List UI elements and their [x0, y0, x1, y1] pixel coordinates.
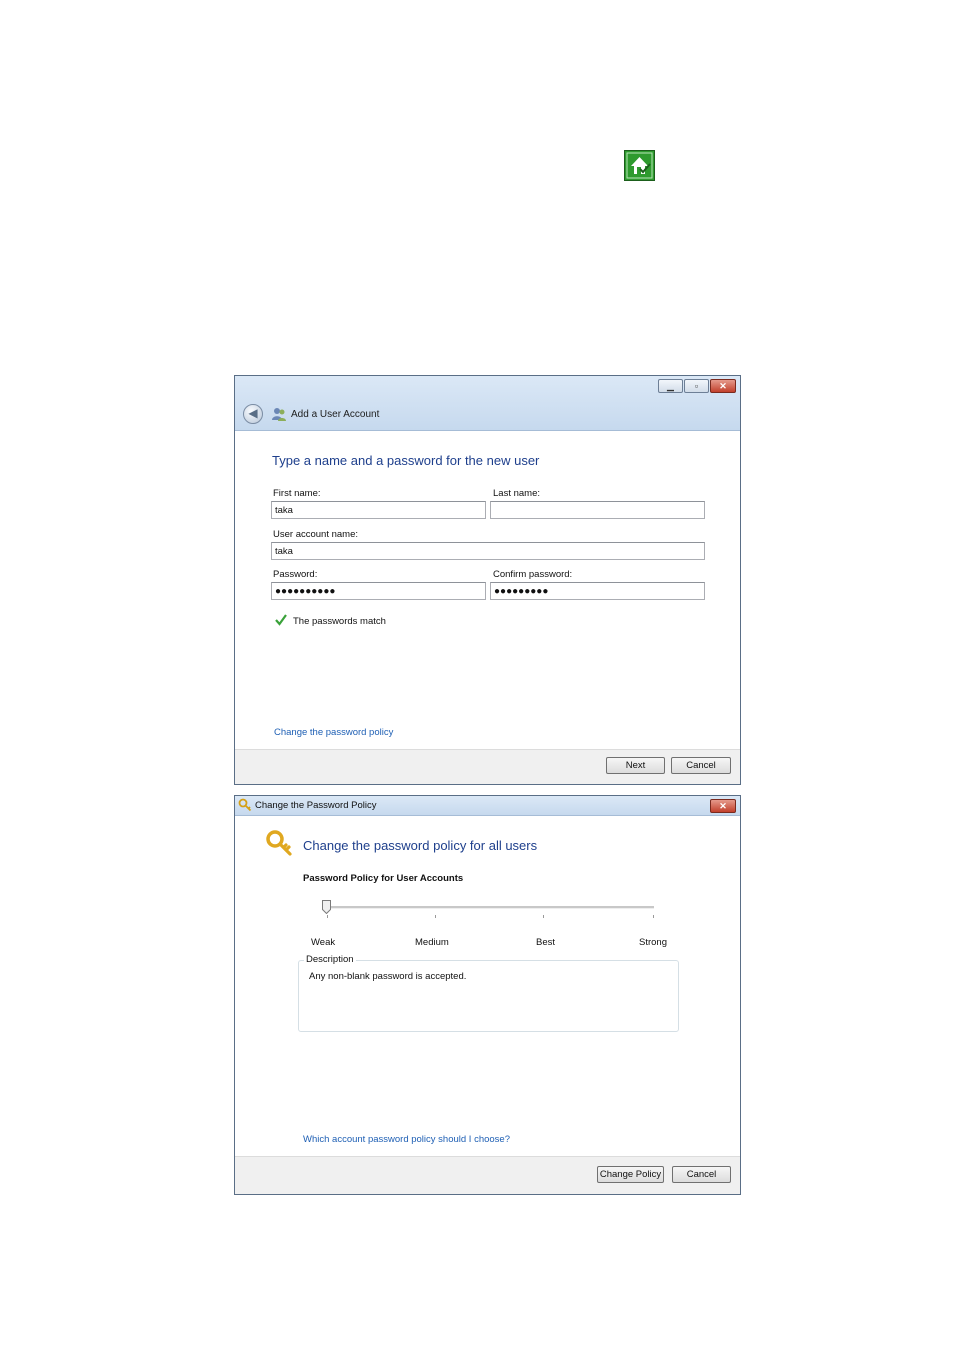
maximize-button[interactable]: ▫	[684, 379, 709, 393]
window-title: Change the Password Policy	[255, 800, 377, 811]
account-name-label: User account name:	[273, 529, 359, 540]
slider-tick	[653, 915, 654, 918]
level-label-best: Best	[536, 937, 556, 948]
back-button[interactable]: ◀	[243, 404, 263, 424]
add-user-account-window: ▁ ▫ ✕ ◀ Add a User Account Type a name a…	[234, 375, 741, 785]
password-policy-window: Change the Password Policy ✕ Change the …	[234, 795, 741, 1195]
level-label-medium: Medium	[415, 937, 449, 948]
policy-slider-track[interactable]	[327, 906, 654, 909]
last-name-field[interactable]	[490, 501, 705, 519]
change-policy-button[interactable]: Change Policy	[597, 1166, 664, 1183]
slider-tick	[543, 915, 544, 918]
window-controls: ▁ ▫ ✕	[658, 379, 736, 393]
title-bar: ▁ ▫ ✕ ◀ Add a User Account	[235, 376, 740, 431]
account-name-field[interactable]: taka	[271, 542, 705, 560]
slider-tick	[327, 915, 328, 918]
password-label: Password:	[273, 569, 318, 580]
title-bar: Change the Password Policy ✕	[235, 796, 740, 816]
next-button[interactable]: Next	[606, 757, 665, 774]
confirm-password-label: Confirm password:	[493, 569, 573, 580]
first-name-label: First name:	[273, 488, 321, 499]
home-icon	[624, 150, 655, 181]
window-controls: ✕	[710, 799, 736, 813]
policy-slider-thumb[interactable]	[322, 900, 331, 914]
last-name-label: Last name:	[493, 488, 540, 499]
confirm-password-field[interactable]: ●●●●●●●●●	[490, 582, 705, 600]
level-label-weak: Weak	[311, 937, 336, 948]
change-password-policy-link[interactable]: Change the password policy	[274, 727, 393, 738]
close-button[interactable]: ✕	[710, 799, 736, 813]
button-bar: Next Cancel	[235, 749, 740, 784]
page-heading: Change the password policy for all users	[303, 838, 538, 853]
description-text: Any non-blank password is accepted.	[309, 971, 467, 982]
close-button[interactable]: ✕	[710, 379, 736, 393]
password-match-status: The passwords match	[293, 616, 386, 627]
policy-help-link[interactable]: Which account password policy should I c…	[303, 1134, 510, 1145]
button-bar: Change Policy Cancel	[235, 1156, 740, 1194]
minimize-button[interactable]: ▁	[658, 379, 683, 393]
page-heading: Type a name and a password for the new u…	[272, 453, 540, 468]
key-icon	[238, 798, 252, 812]
slider-tick	[435, 915, 436, 918]
key-icon	[266, 830, 292, 856]
cancel-button[interactable]: Cancel	[671, 757, 731, 774]
users-icon	[272, 408, 286, 421]
breadcrumb: Add a User Account	[291, 409, 380, 420]
level-label-strong: Strong	[639, 937, 667, 948]
policy-section-label: Password Policy for User Accounts	[303, 873, 464, 884]
description-title: Description	[304, 954, 356, 965]
first-name-field[interactable]: taka	[271, 501, 486, 519]
checkmark-icon	[275, 614, 287, 626]
password-field[interactable]: ●●●●●●●●●●	[271, 582, 486, 600]
cancel-button[interactable]: Cancel	[672, 1166, 731, 1183]
